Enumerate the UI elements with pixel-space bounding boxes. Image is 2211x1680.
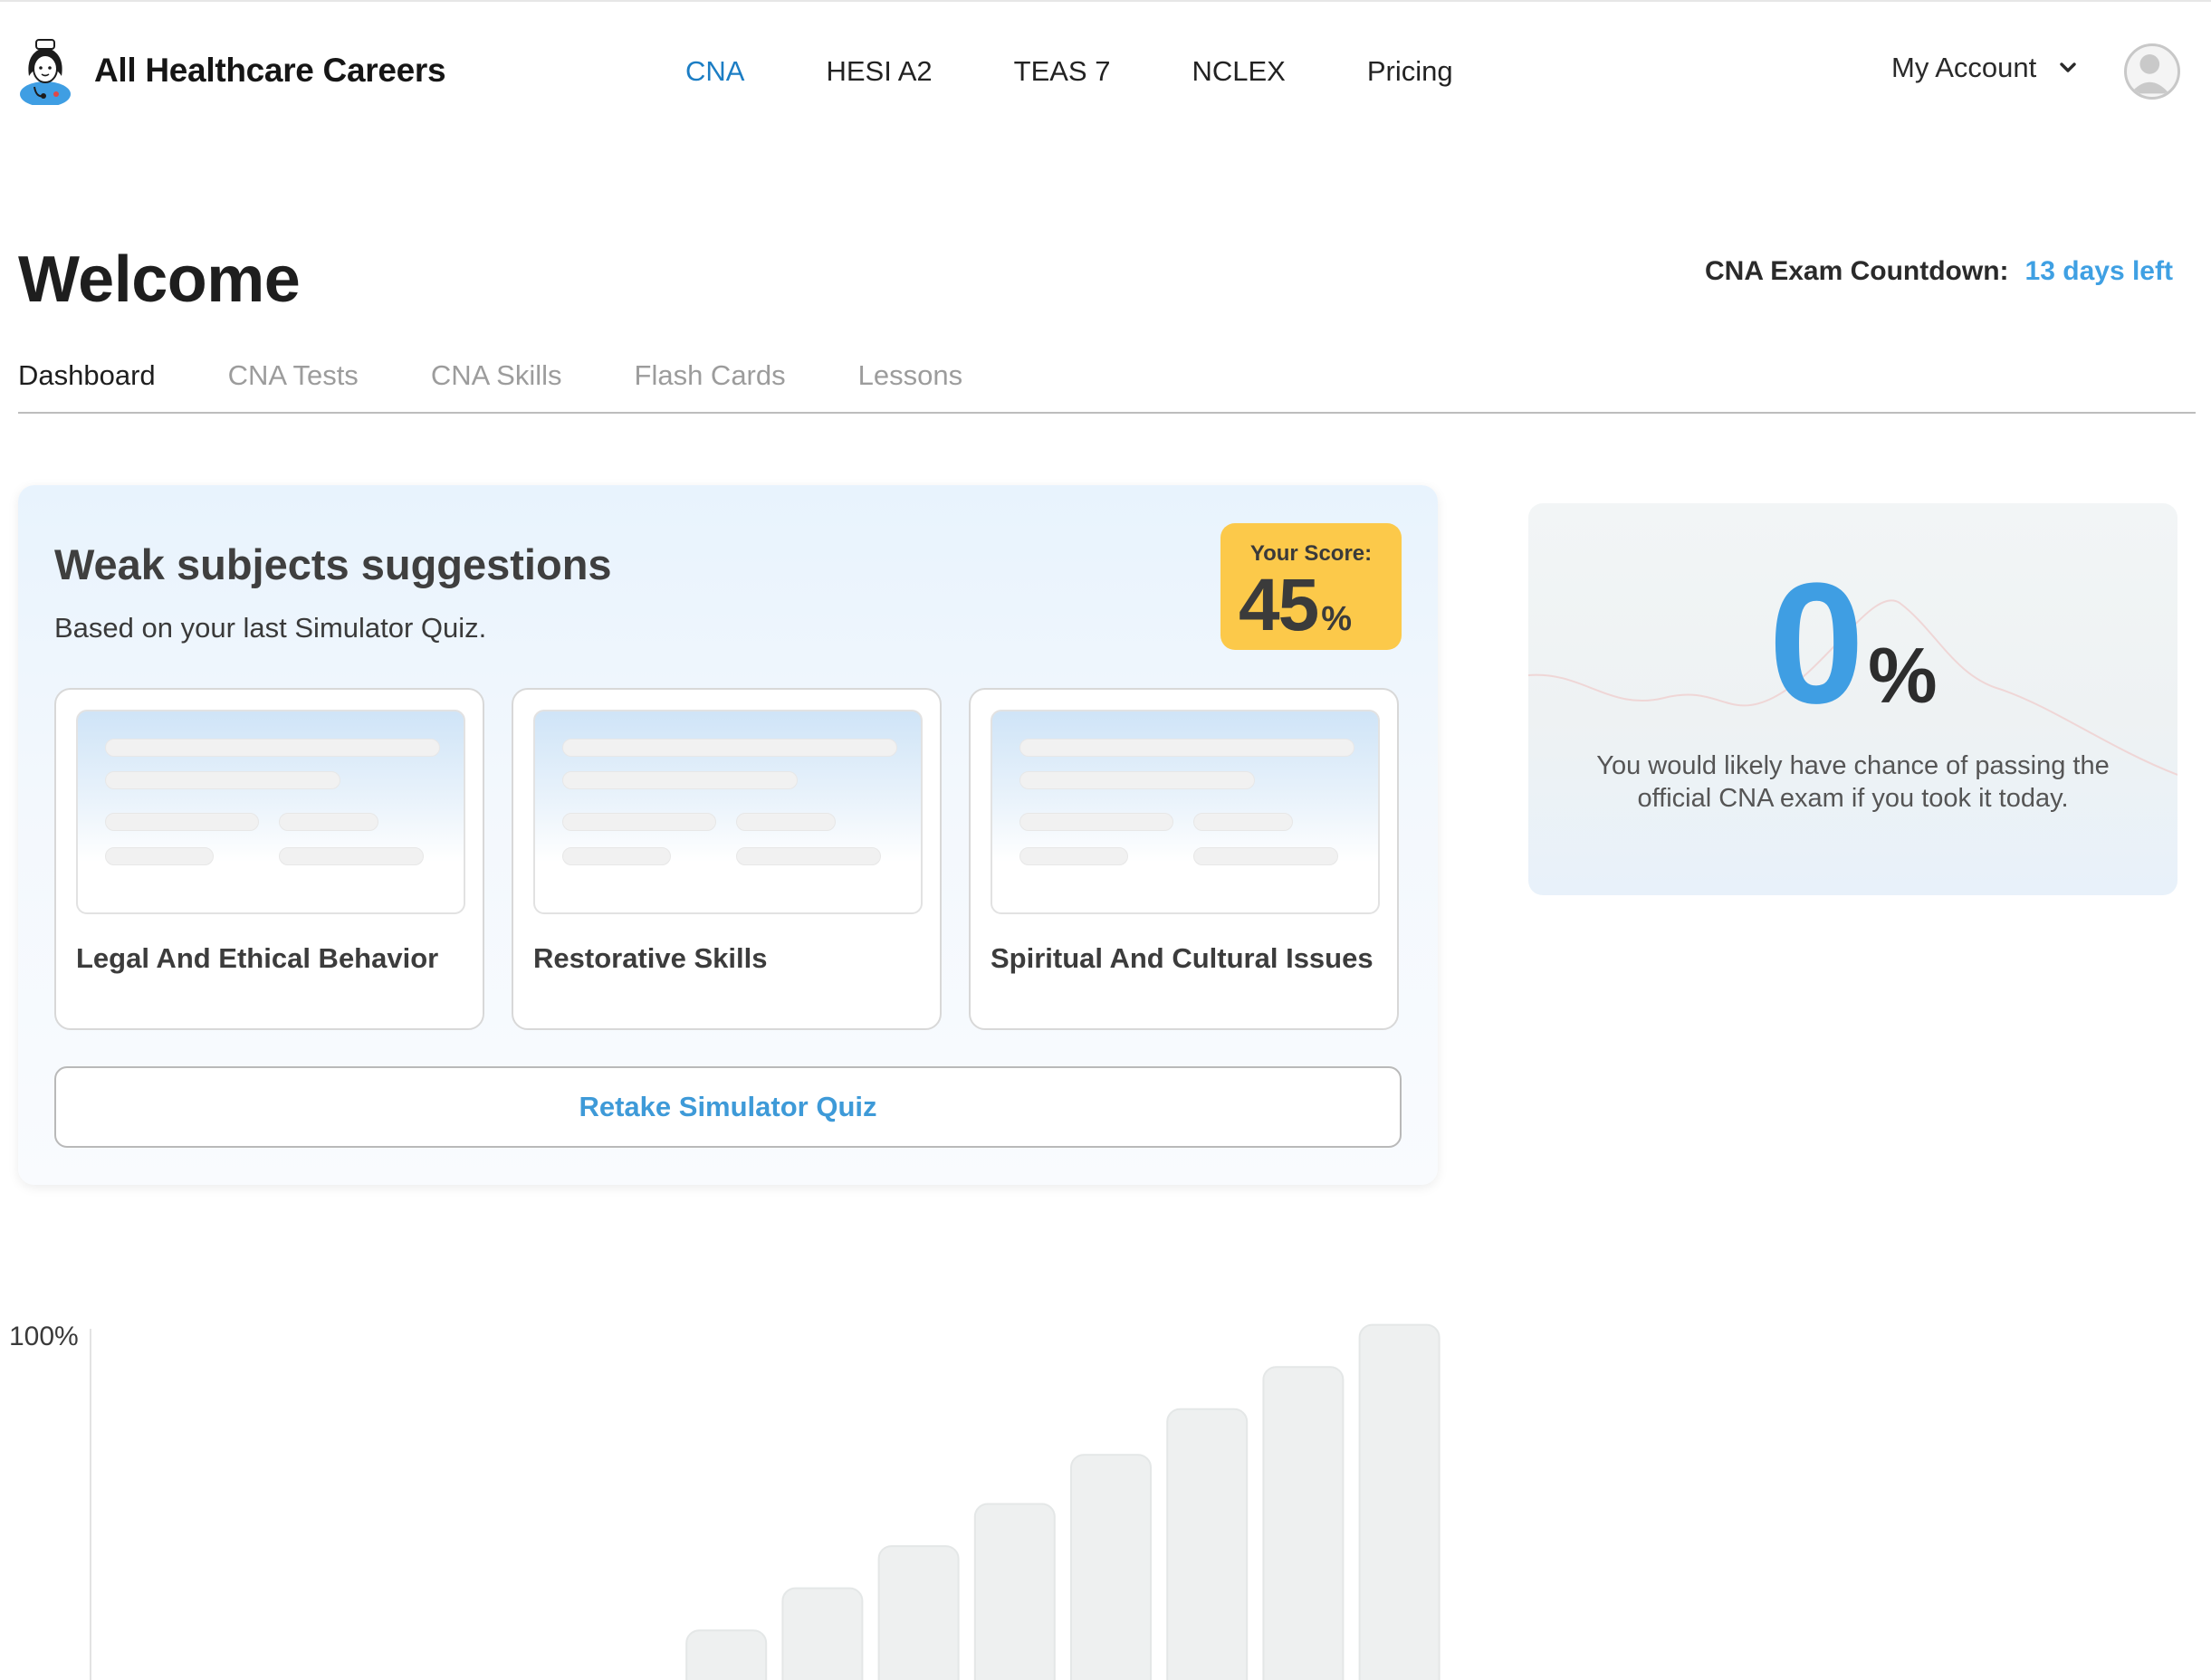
page-title: Welcome (18, 243, 301, 316)
pass-chance-number: 0 (1768, 548, 1864, 740)
chart-bar (1070, 1454, 1152, 1680)
pass-chance-value: 0% (1528, 558, 2178, 730)
progress-bar-chart: 100% (9, 1322, 1440, 1680)
subject-name: Legal And Ethical Behavior (76, 942, 439, 974)
subject-card-spiritual-cultural[interactable]: Spiritual And Cultural Issues (969, 688, 1399, 1030)
nav-item-hesi-a2[interactable]: HESI A2 (826, 52, 932, 91)
weak-subjects-title: Weak subjects suggestions (54, 540, 612, 588)
countdown-label: CNA Exam Countdown: (1705, 256, 2009, 286)
chart-bar (1262, 1366, 1345, 1680)
brand-logo[interactable]: All Healthcare Careers (16, 36, 446, 105)
pass-chance-description: You would likely have chance of passing … (1596, 751, 2110, 813)
pass-chance-unit: % (1868, 633, 1938, 720)
nav-item-teas-7[interactable]: TEAS 7 (1014, 52, 1111, 91)
brand-name: All Healthcare Careers (94, 52, 446, 89)
y-axis-tick-label: 100% (9, 1322, 79, 1351)
avatar[interactable] (2124, 43, 2180, 100)
chart-bar (781, 1587, 864, 1680)
exam-countdown: CNA Exam Countdown: 13 days left (1705, 256, 2173, 287)
subject-thumbnail (533, 710, 923, 914)
chart-bar (877, 1545, 960, 1680)
tab-lessons[interactable]: Lessons (858, 358, 962, 412)
nurse-logo-icon (20, 39, 71, 105)
chart-bar (973, 1503, 1056, 1680)
subject-name: Restorative Skills (533, 942, 768, 974)
chart-bar (1358, 1323, 1440, 1680)
nav-item-cna[interactable]: CNA (685, 52, 744, 91)
score-value: 45% (1239, 563, 1352, 648)
subject-card-restorative-skills[interactable]: Restorative Skills (512, 688, 942, 1030)
nav-item-nclex[interactable]: NCLEX (1192, 52, 1285, 91)
tab-dashboard[interactable]: Dashboard (18, 358, 156, 412)
pass-chance-card: 0% You would likely have chance of passi… (1528, 503, 2178, 895)
chart-bar (685, 1629, 768, 1680)
countdown-value: 13 days left (2024, 256, 2173, 286)
subject-name: Spiritual And Cultural Issues (991, 942, 1374, 974)
subject-thumbnail (991, 710, 1380, 914)
chart-bar (1166, 1408, 1249, 1680)
score-badge: Your Score: 45% (1220, 523, 1402, 650)
my-account-dropdown[interactable]: My Account (1891, 52, 2078, 84)
weak-subjects-subtitle: Based on your last Simulator Quiz. (54, 612, 487, 644)
dashboard-tabs: Dashboard CNA Tests CNA Skills Flash Car… (18, 358, 2196, 414)
tab-cna-tests[interactable]: CNA Tests (228, 358, 359, 412)
top-navigation-bar: All Healthcare Careers CNA HESI A2 TEAS … (0, 0, 2211, 145)
subject-thumbnail (76, 710, 465, 914)
bar-group (685, 1323, 1440, 1680)
retake-simulator-quiz-button[interactable]: Retake Simulator Quiz (54, 1066, 1402, 1148)
nav-item-pricing[interactable]: Pricing (1367, 52, 1453, 91)
chevron-down-icon (2060, 62, 2076, 72)
main-nav: CNA HESI A2 TEAS 7 NCLEX Pricing (685, 52, 1535, 91)
tab-cna-skills[interactable]: CNA Skills (431, 358, 562, 412)
weak-subjects-card: Weak subjects suggestions Based on your … (18, 485, 1438, 1185)
score-number: 45 (1239, 564, 1319, 646)
user-avatar-icon (2130, 54, 2169, 94)
my-account-label: My Account (1891, 52, 2037, 83)
tab-flash-cards[interactable]: Flash Cards (635, 358, 786, 412)
weak-subjects-list: Legal And Ethical Behavior Restorative S… (54, 688, 1399, 1030)
score-unit: % (1321, 600, 1352, 638)
subject-card-legal-ethical[interactable]: Legal And Ethical Behavior (54, 688, 484, 1030)
